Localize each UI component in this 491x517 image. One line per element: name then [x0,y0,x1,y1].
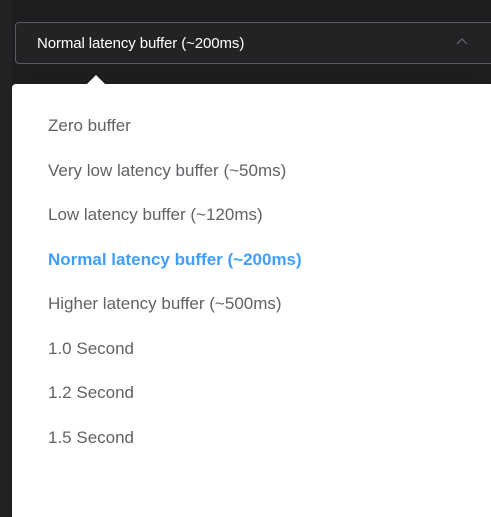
popper-arrow [86,75,106,85]
option-list: Zero buffer Very low latency buffer (~50… [12,84,491,460]
chevron-up-icon[interactable] [456,36,468,48]
option-higher-latency[interactable]: Higher latency buffer (~500ms) [12,282,491,327]
select-current-value: Normal latency buffer (~200ms) [37,34,245,52]
page: Normal latency buffer (~200ms) Zero buff… [0,0,491,517]
option-normal-latency[interactable]: Normal latency buffer (~200ms) [12,238,491,283]
option-low-latency[interactable]: Low latency buffer (~120ms) [12,193,491,238]
option-1-5-second[interactable]: 1.5 Second [12,416,491,461]
select-dropdown: Zero buffer Very low latency buffer (~50… [12,75,491,517]
left-panel-edge [0,0,12,517]
option-1-2-second[interactable]: 1.2 Second [12,371,491,416]
option-zero-buffer[interactable]: Zero buffer [12,104,491,149]
option-very-low-latency[interactable]: Very low latency buffer (~50ms) [12,149,491,194]
option-1-0-second[interactable]: 1.0 Second [12,327,491,372]
latency-buffer-select[interactable]: Normal latency buffer (~200ms) [15,22,491,64]
